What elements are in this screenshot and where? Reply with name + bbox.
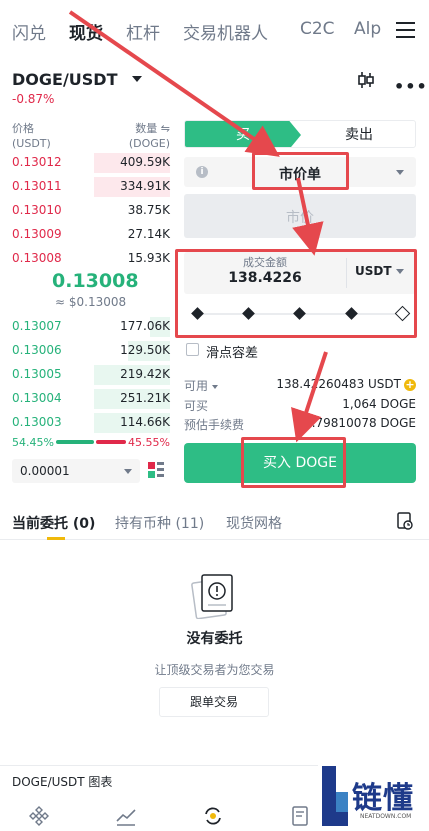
tab-margin[interactable]: 杠杆 (126, 19, 160, 44)
order-history-icon[interactable] (397, 512, 413, 530)
empty-title: 没有委托 (186, 631, 243, 647)
chevron-down-icon (124, 469, 132, 474)
depth-select[interactable]: 0.00001 (12, 459, 140, 483)
ask-qty: 15.93K (127, 251, 170, 265)
buy-ratio: 54.45% (12, 436, 54, 449)
bid-qty: 129.50K (120, 343, 170, 357)
buy-sell-toggle: 买 卖出 (184, 120, 416, 148)
can-buy-value: 1,064 DOGE (342, 397, 416, 411)
empty-orders-icon (191, 574, 233, 619)
tab-spot-grid[interactable]: 现货网格 (226, 513, 282, 533)
tab-c2c[interactable]: C2C (300, 19, 335, 39)
annotation-box-order-type (252, 152, 349, 190)
tab-holdings[interactable]: 持有币种 (11) (115, 513, 204, 533)
fee-label: 预估手续费 (184, 418, 245, 432)
candlestick-chart-icon[interactable] (356, 70, 376, 90)
more-icon[interactable]: ••• (394, 77, 428, 96)
ask-row[interactable]: 0.13010 38.75K (0, 199, 170, 223)
bid-price: 0.13005 (12, 367, 62, 381)
bid-row[interactable]: 0.13003 114.66K (0, 411, 170, 435)
ask-row[interactable]: 0.13012 409.59K (0, 151, 170, 175)
qty-header[interactable]: 数量 ⇋ (DOGE) (127, 121, 170, 151)
sell-tab[interactable]: 卖出 (301, 121, 415, 147)
chevron-down-icon (396, 170, 404, 175)
bid-row[interactable]: 0.13005 219.42K (0, 363, 170, 387)
tab-open-orders[interactable]: 当前委托 (0) (12, 513, 95, 533)
ask-price: 0.13011 (12, 179, 62, 193)
tab-swap[interactable]: 闪兑 (12, 19, 46, 44)
available-row: 可用 138.42260483 USDT + (184, 377, 416, 393)
empty-subtitle: 让顶级交易者为您交易 (154, 663, 275, 677)
order-tabs: 当前委托 (0) 持有币种 (11) 现货网格 (0, 505, 429, 540)
watermark-subtext: NEATDOWN.COM (360, 813, 412, 820)
pair-change: -0.87% (12, 92, 55, 106)
ask-qty: 38.75K (127, 203, 170, 217)
available-label: 可用 (184, 379, 209, 393)
bid-price: 0.13007 (12, 319, 62, 333)
price-header: 价格 (USDT) (12, 122, 51, 150)
price-input: 市价 (184, 194, 416, 238)
ask-price: 0.13010 (12, 203, 62, 217)
ask-price: 0.13012 (12, 155, 62, 169)
bid-qty: 251.21K (120, 391, 170, 405)
ask-qty: 409.59K (120, 155, 170, 169)
buy-tab[interactable]: 买 (185, 121, 301, 147)
markets-icon[interactable] (115, 805, 137, 827)
bid-row[interactable]: 0.13004 251.21K (0, 387, 170, 411)
orderbook-layout-icon[interactable] (147, 461, 165, 479)
copy-trading-button[interactable]: 跟单交易 (159, 687, 269, 717)
bid-price: 0.13006 (12, 343, 62, 357)
tab-trading-bot[interactable]: 交易机器人 (183, 19, 268, 44)
futures-icon[interactable] (290, 805, 312, 827)
ask-row[interactable]: 0.13011 334.91K (0, 175, 170, 199)
slippage-checkbox[interactable] (186, 343, 199, 356)
trade-icon[interactable] (202, 805, 224, 827)
bid-qty: 177.06K (120, 319, 170, 333)
price-placeholder: 市价 (286, 210, 314, 226)
ask-qty: 27.14K (127, 227, 170, 241)
last-price-usd: ≈ $0.13008 (55, 295, 127, 309)
ask-row[interactable]: 0.13008 15.93K (0, 247, 170, 271)
tab-spot[interactable]: 现货 (69, 19, 103, 44)
market-type-tabs: 闪兑 现货 杠杆 交易机器人 C2C Alp (0, 0, 429, 60)
bid-price: 0.13004 (12, 391, 62, 405)
bid-row[interactable]: 0.13006 129.50K (0, 339, 170, 363)
can-buy-label: 可买 (184, 399, 209, 413)
chevron-down-icon[interactable] (212, 384, 219, 389)
sell-ratio-bar (96, 440, 126, 444)
buy-ratio-bar (56, 440, 94, 444)
chart-bar-label: DOGE/USDT 图表 (12, 775, 113, 789)
bid-price: 0.13003 (12, 415, 62, 429)
annotation-box-buy-button (241, 437, 346, 488)
chevron-down-icon[interactable] (132, 76, 142, 82)
fee-row: 预估手续费 0.79810078 DOGE (184, 416, 416, 432)
pair-selector[interactable]: DOGE/USDT (12, 70, 118, 89)
fee-value: 0.79810078 DOGE (304, 416, 416, 430)
bid-qty: 219.42K (120, 367, 170, 381)
tab-underline (47, 537, 65, 540)
menu-icon[interactable] (396, 22, 415, 38)
deposit-plus-icon[interactable]: + (404, 378, 416, 391)
available-value: 138.42260483 USDT (276, 377, 401, 391)
ask-price: 0.13008 (12, 251, 62, 265)
ask-row[interactable]: 0.13009 27.14K (0, 223, 170, 247)
watermark-text: 链懂 (352, 781, 414, 816)
tab-alpha[interactable]: Alp (354, 19, 381, 39)
home-icon[interactable] (28, 805, 50, 827)
slippage-label: 滑点容差 (206, 346, 259, 361)
bid-row[interactable]: 0.13007 177.06K (0, 315, 170, 339)
ask-qty: 334.91K (120, 179, 170, 193)
last-price: 0.13008 (52, 270, 139, 292)
bid-qty: 114.66K (120, 415, 170, 429)
sell-ratio: 45.55% (128, 436, 170, 449)
annotation-box-amount (175, 249, 417, 338)
ask-price: 0.13009 (12, 227, 62, 241)
can-buy-row: 可买 1,064 DOGE (184, 397, 416, 413)
